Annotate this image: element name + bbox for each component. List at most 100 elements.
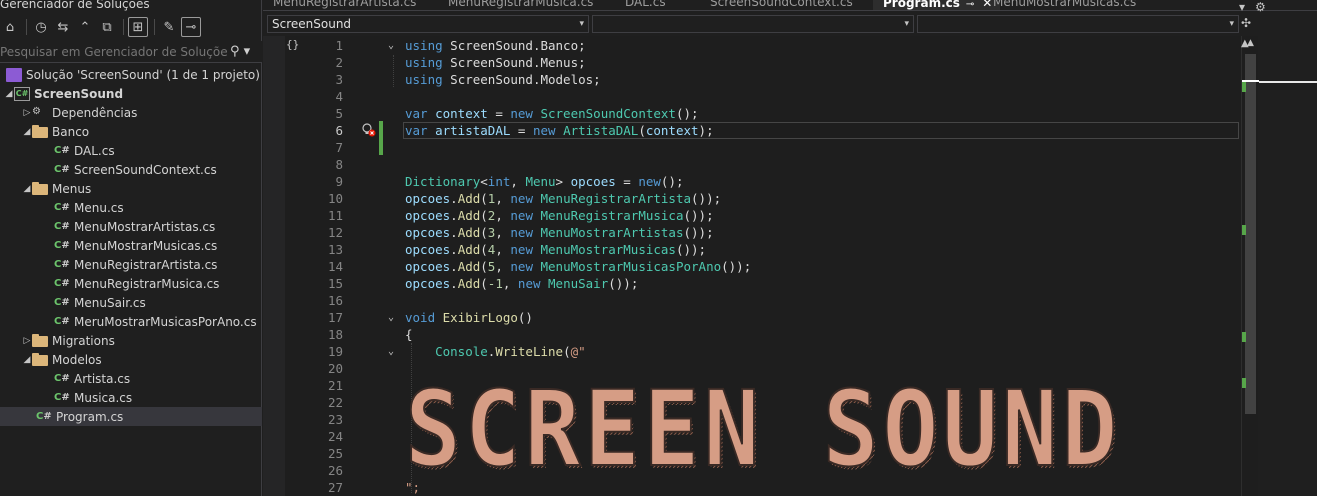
tab-dal-cs[interactable]: DAL.cs [615,0,666,10]
tree-item-project[interactable]: ◢ C# ScreenSound [0,84,262,103]
fold-collapse-icon[interactable]: ⌄ [385,37,397,54]
code-line[interactable]: 4 [263,88,1241,105]
fold-collapse-icon[interactable]: ⌄ [385,309,397,326]
expanded-arrow-icon[interactable]: ◢ [22,184,32,194]
code-line[interactable]: 19 ⌄ Console.WriteLine(@" [263,343,1241,360]
settings-gear-icon[interactable]: ⚙ [1255,0,1266,14]
code-line[interactable]: 20 [263,360,1241,377]
tab-screensoundcontext-cs[interactable]: ScreenSoundContext.cs [700,0,853,10]
tree-item-cs[interactable]: C# Musica.cs [0,388,262,407]
code-token: new [510,208,533,223]
csharp-file-icon: C# [54,201,70,213]
folder-icon [32,124,48,138]
code-line[interactable]: 8 [263,156,1241,173]
project-dropdown[interactable]: ScreenSound ▾ [267,15,589,33]
type-dropdown[interactable]: ▾ [592,15,914,33]
code-line[interactable]: 5 var context = new ScreenSoundContext(); [263,105,1241,122]
tree-item-cs[interactable]: C# MenuMostrarArtistas.cs [0,217,262,236]
tree-item-cs[interactable]: C# MenuSair.cs [0,293,262,312]
tree-item-cs[interactable]: C# ScreenSoundContext.cs [0,160,262,179]
code-line[interactable]: 14 opcoes.Add(5, new MenuMostrarMusicasPo… [263,258,1241,275]
code-token: , [502,276,518,291]
collapsed-arrow-icon[interactable]: ▷ [22,108,32,118]
tree-item-cs[interactable]: C# MenuMostrarMusicas.cs [0,236,262,255]
switch-view-icon[interactable]: ⊞ [128,17,148,37]
preview-icon[interactable]: ⊸ [181,17,201,37]
tab-program-cs[interactable]: Program.cs ⊸ ✕ [873,0,1001,10]
code-line[interactable]: 6 var artistaDAL = new ArtistaDAL(context… [263,122,1241,139]
split-editor-icon[interactable]: ✣ [1241,16,1251,30]
code-line[interactable]: 16 [263,292,1241,309]
tree-item-cs[interactable]: C# MenuRegistrarArtista.cs [0,255,262,274]
expanded-arrow-icon[interactable]: ◢ [22,355,32,365]
quick-actions-lightbulb-icon[interactable] [360,121,378,138]
tab-menuregistrarmusica-cs[interactable]: MenuRegistrarMusica.cs [438,0,593,10]
tree-item-dependencies[interactable]: ▷ ⚙ Dependências [0,103,262,122]
collapse-all-icon[interactable]: ⌃ [75,17,95,37]
code-line[interactable]: 12 opcoes.Add(3, new MenuMostrarArtistas(… [263,224,1241,241]
code-text: "; [405,479,420,496]
expanded-arrow-icon[interactable]: ◢ [4,89,14,99]
tree-item-cs[interactable]: C# DAL.cs [0,141,262,160]
code-token: . [450,242,458,257]
change-marker [1242,378,1246,388]
fold-collapse-icon[interactable]: ⌄ [385,343,397,360]
tree-item-label: DAL.cs [74,143,115,158]
collapsed-arrow-icon[interactable]: ▷ [22,336,32,346]
code-line[interactable]: 17 ⌄ void ExibirLogo() [263,309,1241,326]
tree-item-folder[interactable]: ◢ Modelos [0,350,262,369]
expanded-arrow-icon[interactable]: ◢ [22,127,32,137]
navigation-bar: ScreenSound ▾ ▾ ▾ [267,14,1317,34]
tree-item-label: Modelos [52,352,102,367]
code-line[interactable]: 1 ⌄ using ScreenSound.Banco; [263,37,1241,54]
code-text: using ScreenSound.Modelos; [405,71,601,88]
tree-item-folder[interactable]: ▷ Migrations [0,331,262,350]
code-line[interactable]: 2 using ScreenSound.Menus; [263,54,1241,71]
code-line[interactable]: 11 opcoes.Add(2, new MenuRegistrarMusica(… [263,207,1241,224]
code-line[interactable]: 9 Dictionary<int, Menu> opcoes = new(); [263,173,1241,190]
tab-overflow-icon[interactable]: ▾ [1239,0,1245,14]
tab-menumostrarmusicas-cs[interactable]: MenuMostrarMusicas.cs [983,0,1136,10]
code-line[interactable]: 3 using ScreenSound.Modelos; [263,71,1241,88]
code-text: opcoes.Add(5, new MenuMostrarMusicasPorA… [405,258,751,275]
code-line[interactable]: 27 "; [263,479,1241,496]
tree-item-folder[interactable]: ◢ Menus [0,179,262,198]
history-icon[interactable]: ◷ [31,17,51,37]
home-icon[interactable]: ⌂ [0,17,20,37]
code-editor[interactable]: {} 1 ⌄ using ScreenSound.Banco; 2 using Scre… [263,36,1241,496]
tree-item-label: ScreenSound [34,86,124,101]
solution-explorer-toolbar: ⌂ ◷ ⇆ ⌃ ⧉ ⊞ ✎ ⊸ [0,15,262,39]
code-text: var artistaDAL = new ArtistaDAL(context)… [405,122,714,139]
code-line[interactable]: 13 opcoes.Add(4, new MenuMostrarMusicas()… [263,241,1241,258]
code-token: = [487,106,511,121]
tree-item-cs[interactable]: C# MenuRegistrarMusica.cs [0,274,262,293]
solution-explorer-search[interactable]: ⚲ ▾ [0,41,262,63]
tree-item-cs[interactable]: C# Menu.cs [0,198,262,217]
tree-item-cs[interactable]: C# Artista.cs [0,369,262,388]
member-dropdown[interactable]: ▾ [917,15,1239,33]
code-line[interactable]: 18 { [263,326,1241,343]
code-line[interactable]: 10 opcoes.Add(1, new MenuRegistrarArtista… [263,190,1241,207]
code-line[interactable]: 15 opcoes.Add(-1, new MenuSair()); [263,275,1241,292]
code-token: Add [457,276,481,291]
tree-item-cs[interactable]: C# Program.cs [0,407,262,426]
tree-item-folder[interactable]: ◢ Banco [0,122,262,141]
search-input[interactable] [0,44,228,59]
sync-icon[interactable]: ⇆ [53,17,73,37]
show-all-files-icon[interactable]: ⧉ [97,17,117,37]
tab-menuregistrarartista-cs[interactable]: MenuRegistrarArtista.cs [263,0,416,10]
tree-item-cs[interactable]: C# MeruMostrarMusicasPorAno.cs [0,312,262,331]
scroll-top-icon[interactable]: ▲ [1241,38,1249,49]
code-text: using ScreenSound.Menus; [405,54,586,71]
vertical-scrollbar[interactable]: ▲ [1241,36,1259,496]
search-icon[interactable]: ⚲ ▾ [230,44,250,59]
code-line[interactable]: 7 [263,139,1241,156]
code-token: Add [457,225,481,240]
properties-icon[interactable]: ✎ [159,17,179,37]
tab-label: Program.cs [883,0,960,10]
scrollbar-thumb[interactable] [1245,54,1256,414]
tree-item-solution[interactable]: Solução 'ScreenSound' (1 de 1 projeto) [0,65,262,84]
pin-icon[interactable]: ⊸ [966,0,974,10]
